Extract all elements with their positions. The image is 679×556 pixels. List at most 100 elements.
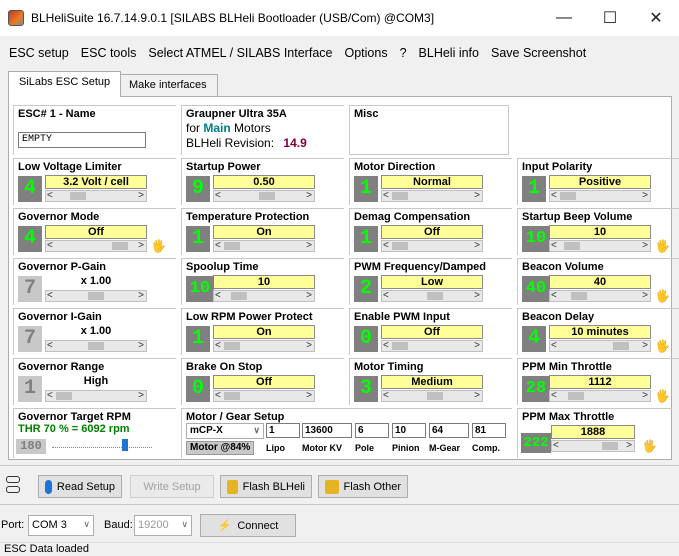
hand-icon[interactable]: 🖐 <box>655 289 670 303</box>
scroll-left-icon[interactable]: < <box>383 340 389 351</box>
comp-field[interactable]: 81 <box>472 423 506 438</box>
scroll-right-icon[interactable]: > <box>474 290 480 301</box>
param-scroll-thumb[interactable] <box>612 342 629 350</box>
scroll-left-icon[interactable]: < <box>383 290 389 301</box>
scroll-left-icon[interactable]: < <box>383 190 389 201</box>
scroll-left-icon[interactable]: < <box>47 390 53 401</box>
scroll-left-icon[interactable]: < <box>47 290 53 301</box>
param-scroll-thumb[interactable] <box>259 192 275 200</box>
param-scroll-thumb[interactable] <box>224 392 240 400</box>
m-gear-field[interactable]: 64 <box>429 423 469 438</box>
param-scroll-thumb[interactable] <box>224 342 240 350</box>
param-scroll-thumb[interactable] <box>427 292 443 300</box>
param-scrollbar[interactable]: < > <box>381 340 483 352</box>
hand-icon[interactable]: 🖐 <box>655 389 670 403</box>
scroll-left-icon[interactable]: < <box>551 290 557 301</box>
scroll-right-icon[interactable]: > <box>306 340 312 351</box>
close-button[interactable]: ✕ <box>633 0 679 36</box>
param-scrollbar[interactable]: < > <box>45 290 147 302</box>
scroll-left-icon[interactable]: < <box>215 340 221 351</box>
collapse-icon[interactable] <box>6 476 20 494</box>
param-scrollbar[interactable]: < > <box>213 340 315 352</box>
param-scroll-thumb[interactable] <box>392 192 408 200</box>
scroll-left-icon[interactable]: < <box>553 440 559 451</box>
scroll-right-icon[interactable]: > <box>642 390 648 401</box>
scroll-right-icon[interactable]: > <box>138 390 144 401</box>
hand-icon[interactable]: 🖐 <box>655 239 670 253</box>
scroll-right-icon[interactable]: > <box>306 190 312 201</box>
param-scroll-thumb[interactable] <box>392 342 408 350</box>
param-scrollbar[interactable]: < > <box>45 240 147 252</box>
param-scrollbar[interactable]: < > <box>381 390 483 402</box>
menu-help[interactable]: ? <box>399 44 408 62</box>
param-scrollbar[interactable]: < > <box>213 190 315 202</box>
param-scrollbar[interactable]: < > <box>45 190 147 202</box>
tab-silabs-esc-setup[interactable]: SiLabs ESC Setup <box>8 71 122 97</box>
scroll-right-icon[interactable]: > <box>642 240 648 251</box>
scroll-right-icon[interactable]: > <box>642 190 648 201</box>
param-scrollbar[interactable]: < > <box>549 340 651 352</box>
scroll-left-icon[interactable]: < <box>551 190 557 201</box>
param-scrollbar[interactable]: < > <box>381 290 483 302</box>
scroll-left-icon[interactable]: < <box>383 390 389 401</box>
param-scrollbar[interactable]: < > <box>213 240 315 252</box>
hand-icon[interactable]: 🖐 <box>151 239 166 253</box>
pole-field[interactable]: 6 <box>355 423 389 438</box>
scroll-right-icon[interactable]: > <box>474 390 480 401</box>
scroll-right-icon[interactable]: > <box>138 240 144 251</box>
scroll-right-icon[interactable]: > <box>474 240 480 251</box>
param-scroll-thumb[interactable] <box>231 292 247 300</box>
menu-select-interface[interactable]: Select ATMEL / SILABS Interface <box>147 44 333 62</box>
scroll-right-icon[interactable]: > <box>306 240 312 251</box>
param-scrollbar[interactable]: < > <box>213 390 315 402</box>
scroll-right-icon[interactable]: > <box>626 440 632 451</box>
scroll-left-icon[interactable]: < <box>551 240 557 251</box>
param-scrollbar[interactable]: < > <box>45 390 147 402</box>
port-select[interactable]: COM 3 ∨ <box>28 515 94 536</box>
motor-model-select[interactable]: mCP-X ∨ <box>186 423 264 439</box>
param-scroll-thumb[interactable] <box>70 192 86 200</box>
scroll-right-icon[interactable]: > <box>474 190 480 201</box>
hand-icon[interactable]: 🖐 <box>642 439 657 453</box>
scroll-right-icon[interactable]: > <box>306 390 312 401</box>
param-scrollbar[interactable]: < > <box>213 290 315 302</box>
ppm-max-scrollbar[interactable]: < > <box>551 440 635 452</box>
lipo-field[interactable]: 1 <box>266 423 300 438</box>
menu-blheli-info[interactable]: BLHeli info <box>418 44 480 62</box>
maximize-button[interactable]: ☐ <box>587 0 633 36</box>
scroll-left-icon[interactable]: < <box>551 390 557 401</box>
param-scroll-thumb[interactable] <box>56 392 72 400</box>
tab-make-interfaces[interactable]: Make interfaces <box>118 74 218 96</box>
scroll-right-icon[interactable]: > <box>138 290 144 301</box>
read-setup-button[interactable]: Read Setup <box>38 475 122 498</box>
scroll-left-icon[interactable]: < <box>215 290 221 301</box>
hand-icon[interactable]: 🖐 <box>655 339 670 353</box>
param-scrollbar[interactable]: < > <box>45 340 147 352</box>
scroll-right-icon[interactable]: > <box>306 290 312 301</box>
scroll-left-icon[interactable]: < <box>383 240 389 251</box>
param-scroll-thumb[interactable] <box>87 292 104 300</box>
param-scroll-thumb[interactable] <box>427 392 443 400</box>
minimize-button[interactable]: — <box>541 0 587 36</box>
scroll-left-icon[interactable]: < <box>215 240 221 251</box>
param-scroll-thumb[interactable] <box>112 242 128 250</box>
param-scroll-thumb[interactable] <box>568 392 585 400</box>
ppm-max-scroll-thumb[interactable] <box>602 442 618 450</box>
param-scroll-thumb[interactable] <box>224 242 240 250</box>
scroll-left-icon[interactable]: < <box>47 240 53 251</box>
scroll-right-icon[interactable]: > <box>138 340 144 351</box>
menu-esc-tools[interactable]: ESC tools <box>80 44 138 62</box>
param-scroll-thumb[interactable] <box>560 192 576 200</box>
motor-kv-field[interactable]: 13600 <box>302 423 352 438</box>
param-scrollbar[interactable]: < > <box>549 240 651 252</box>
param-scroll-thumb[interactable] <box>87 342 104 350</box>
scroll-left-icon[interactable]: < <box>551 340 557 351</box>
target-rpm-slider[interactable] <box>122 439 128 451</box>
menu-esc-setup[interactable]: ESC setup <box>8 44 70 62</box>
menu-save-screenshot[interactable]: Save Screenshot <box>490 44 587 62</box>
scroll-left-icon[interactable]: < <box>215 390 221 401</box>
param-scrollbar[interactable]: < > <box>381 240 483 252</box>
param-scroll-thumb[interactable] <box>563 242 580 250</box>
menu-options[interactable]: Options <box>343 44 388 62</box>
param-scroll-thumb[interactable] <box>392 242 408 250</box>
